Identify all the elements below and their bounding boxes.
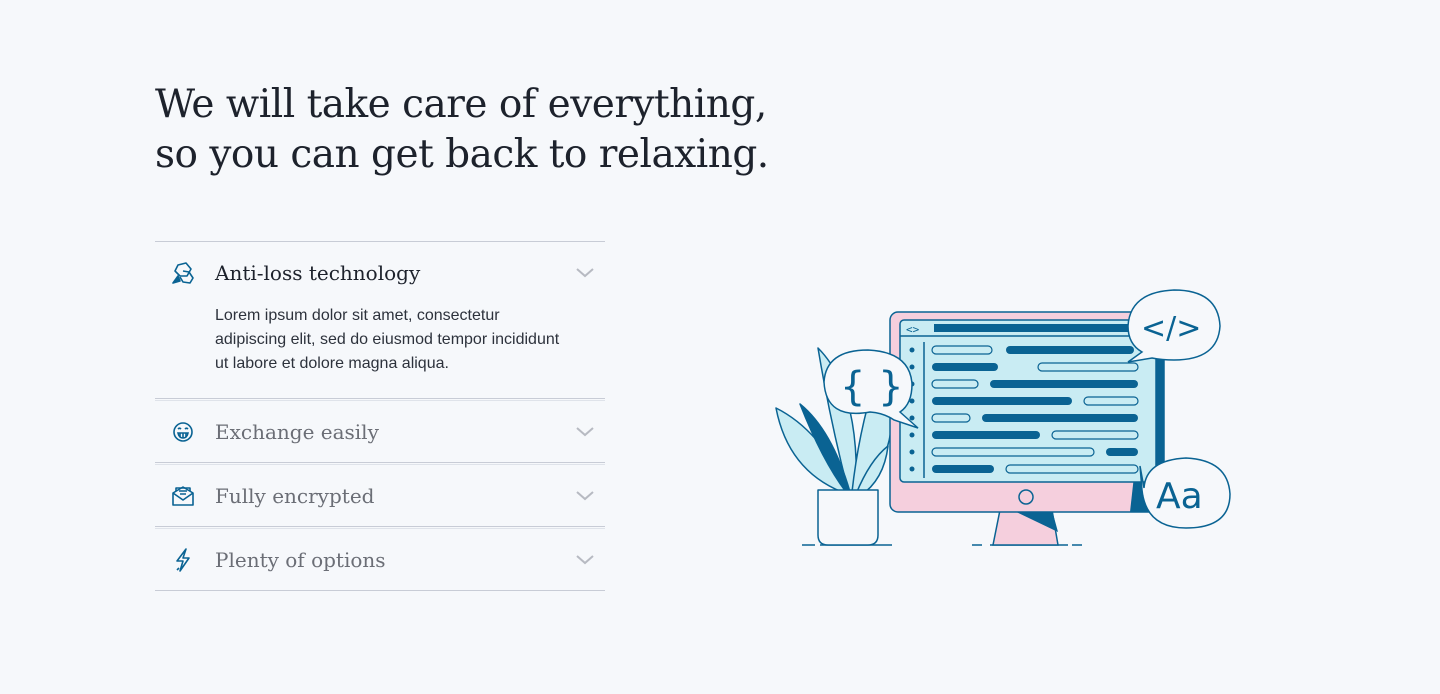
grin-face-icon <box>155 418 215 446</box>
heading-line-1: We will take care of everything, <box>155 82 767 127</box>
bubbles-icon <box>155 259 215 287</box>
accordion-title: Anti-loss technology <box>215 261 421 285</box>
code-line-bar <box>1006 346 1134 354</box>
chevron-down-icon[interactable] <box>565 490 605 502</box>
accordion-title: Plenty of options <box>215 547 386 572</box>
lightning-icon <box>155 546 215 574</box>
font-bubble-text: Aa <box>1156 476 1203 517</box>
chevron-down-icon[interactable] <box>565 554 605 566</box>
code-line-bar <box>932 397 1072 405</box>
accordion-header-exchange[interactable]: Exchange easily <box>155 401 605 462</box>
heading-line-2: so you can get back to relaxing. <box>155 132 769 177</box>
code-line-bar <box>932 363 998 371</box>
accordion-header-anti-loss[interactable]: Anti-loss technology <box>155 242 605 304</box>
code-line-bar <box>1083 396 1139 406</box>
code-line-dot <box>909 432 915 438</box>
code-line-bar <box>931 379 979 389</box>
code-line-dot <box>909 466 915 472</box>
code-line-bar <box>982 414 1138 422</box>
code-line-bar <box>932 465 994 473</box>
accordion-item-anti-loss: Anti-loss technology Lorem ipsum dolor s… <box>155 242 605 399</box>
code-tag-bubble-icon: </> <box>1127 289 1221 363</box>
features-accordion: Anti-loss technology Lorem ipsum dolor s… <box>155 241 605 591</box>
monitor-icon: <> <box>889 311 1165 513</box>
chevron-down-icon[interactable] <box>565 267 605 279</box>
curly-bubble-text: { } <box>840 364 904 410</box>
code-line-bar <box>932 431 1040 439</box>
developer-illustration: <> { } </> Aa <box>775 289 1231 546</box>
accordion-header-encrypted[interactable]: Fully encrypted <box>155 465 605 526</box>
code-line-bar <box>1106 448 1138 456</box>
accordion-header-options[interactable]: Plenty of options <box>155 529 605 590</box>
page-heading: We will take care of everything, so you … <box>155 80 855 180</box>
code-line-bar <box>990 380 1138 388</box>
chevron-down-icon[interactable] <box>565 426 605 438</box>
code-line-bar <box>1037 362 1139 372</box>
accordion-item-options: Plenty of options <box>155 528 605 591</box>
accordion-title: Exchange easily <box>215 419 379 444</box>
accordion-item-exchange: Exchange easily <box>155 400 605 463</box>
font-bubble-icon: Aa <box>1139 457 1231 529</box>
code-line-bar <box>931 345 993 355</box>
code-line-bar <box>931 447 1095 457</box>
envelope-icon <box>155 482 215 510</box>
accordion-body: Lorem ipsum dolor sit amet, consectetur … <box>215 307 560 372</box>
code-bubble-text: </> <box>1141 311 1201 346</box>
code-line-bar <box>931 413 971 423</box>
code-line-dot <box>909 364 915 370</box>
code-line-dot <box>909 449 915 455</box>
browser-tag-text: <> <box>906 323 920 336</box>
code-line-bar <box>1051 430 1139 440</box>
code-line-bar <box>1005 464 1139 474</box>
accordion-title: Fully encrypted <box>215 483 375 508</box>
accordion-item-encrypted: Fully encrypted <box>155 464 605 527</box>
code-line-dot <box>909 347 915 353</box>
code-line-dot <box>909 415 915 421</box>
